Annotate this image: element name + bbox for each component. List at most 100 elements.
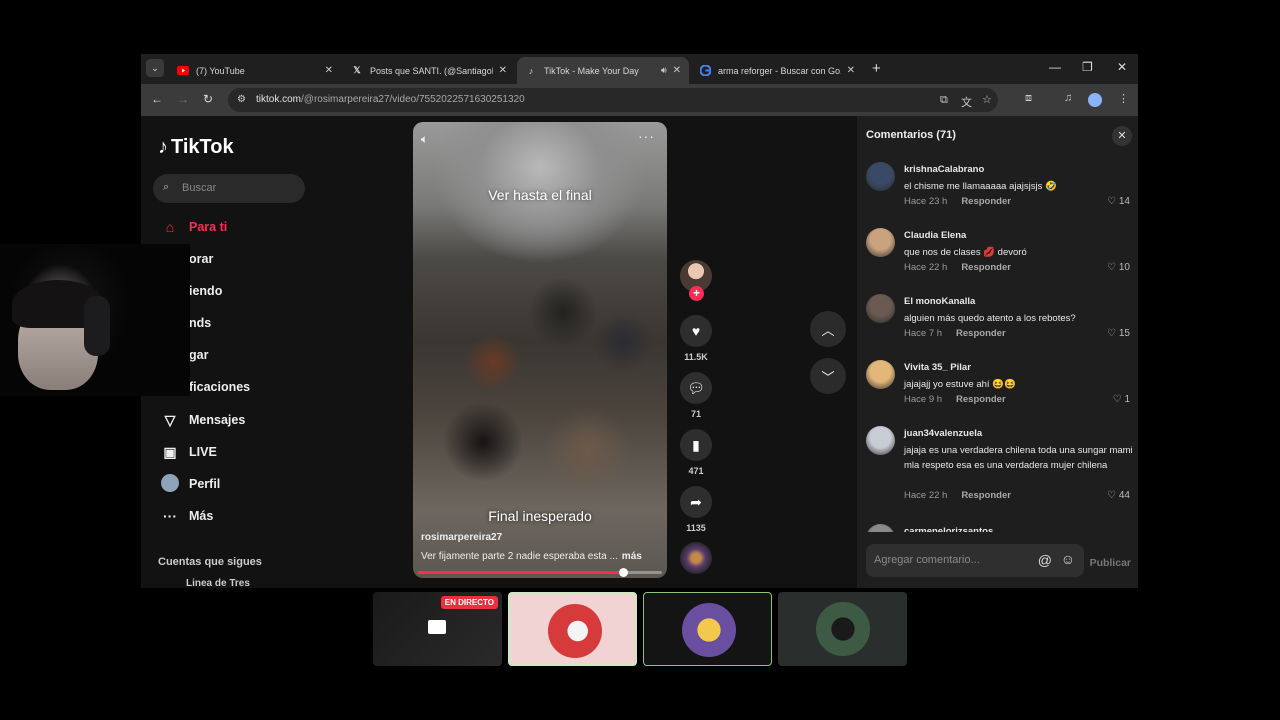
sidebar-item-label: orar bbox=[189, 252, 214, 266]
sidebar-item-perfil[interactable]: Perfil bbox=[159, 473, 220, 495]
tab-youtube[interactable]: (7) YouTube ✕ bbox=[169, 57, 341, 84]
comment-username[interactable]: Vivita 35_ Pilar bbox=[904, 362, 971, 373]
comment-text: alguien más quedo atento a los rebotes? bbox=[904, 313, 1076, 324]
guest-avatar bbox=[816, 602, 870, 656]
close-tab-icon[interactable]: ✕ bbox=[499, 65, 507, 76]
tab-tiktok[interactable]: ♪ TikTok - Make Your Day 🔊︎ ✕ bbox=[517, 57, 689, 84]
bookmark-star-icon[interactable]: ☆ bbox=[982, 93, 992, 106]
comment-avatar[interactable] bbox=[866, 294, 895, 323]
tab-search-button[interactable]: ⌄ bbox=[146, 59, 164, 77]
tab-title: arma reforger - Buscar con Go... bbox=[718, 65, 841, 76]
reply-button[interactable]: Responder bbox=[961, 196, 1011, 207]
search-placeholder: Buscar bbox=[182, 182, 217, 194]
comment-like-button[interactable]: ♡ 14 bbox=[1107, 196, 1130, 207]
like-button[interactable]: ♥ 11.5K bbox=[680, 315, 712, 362]
reply-button[interactable]: Responder bbox=[956, 328, 1006, 339]
comment-like-button[interactable]: ♡ 44 bbox=[1107, 490, 1130, 501]
media-icon[interactable]: ♫ bbox=[1064, 92, 1072, 104]
address-bar[interactable]: ⚙ tiktok.com/@rosimarpereira27/video/755… bbox=[228, 88, 998, 112]
close-tab-icon[interactable]: ✕ bbox=[673, 65, 681, 76]
speaker-icon[interactable]: 🔊︎ bbox=[661, 65, 667, 76]
comments-panel: Comentarios (71) ✕ krishnaCalabrano el ch… bbox=[857, 116, 1138, 588]
video-progress-knob[interactable] bbox=[618, 568, 628, 577]
sidebar-item-mas[interactable]: ··· Más bbox=[159, 505, 213, 527]
site-info-icon[interactable]: ⚙ bbox=[237, 94, 246, 105]
video-player[interactable]: 🔈︎ ··· Ver hasta el final Final inespera… bbox=[413, 122, 667, 578]
comment-meta: Hace 22 h Responder bbox=[904, 490, 1011, 501]
post-comment-button[interactable]: Publicar bbox=[1090, 557, 1131, 569]
close-tab-icon[interactable]: ✕ bbox=[325, 65, 333, 76]
comment-input[interactable]: Agregar comentario... @ ☺ bbox=[866, 544, 1084, 577]
next-video-button[interactable]: ﹀ bbox=[810, 358, 846, 394]
comment-avatar[interactable] bbox=[866, 524, 895, 532]
heart-outline-icon: ♡ bbox=[1112, 394, 1125, 405]
close-icon[interactable]: ✕ bbox=[1112, 126, 1132, 146]
reply-button[interactable]: Responder bbox=[961, 262, 1011, 273]
url-text[interactable]: tiktok.com/@rosimarpereira27/video/75520… bbox=[256, 94, 525, 105]
stream-tile-guest-2[interactable] bbox=[643, 592, 772, 666]
comment-username[interactable]: juan34valenzuela bbox=[904, 428, 982, 439]
extensions-icon[interactable]: ⧈ bbox=[1025, 92, 1032, 105]
heart-outline-icon: ♡ bbox=[1107, 490, 1119, 501]
sidebar-item-para-ti[interactable]: ⌂ Para ti bbox=[159, 216, 227, 238]
video-caption-top: Ver hasta el final bbox=[488, 187, 592, 203]
creator-avatar[interactable]: + bbox=[680, 260, 712, 301]
close-tab-icon[interactable]: ✕ bbox=[847, 65, 855, 76]
comment-like-button[interactable]: ♡ 15 bbox=[1107, 328, 1130, 339]
minimize-icon[interactable]: — bbox=[1049, 60, 1061, 74]
music-disc-icon[interactable] bbox=[680, 542, 712, 574]
install-icon[interactable]: ⧉ bbox=[940, 94, 948, 107]
back-icon[interactable]: ← bbox=[151, 92, 163, 106]
comment-avatar[interactable] bbox=[866, 162, 895, 191]
reply-button[interactable]: Responder bbox=[956, 394, 1006, 405]
sidebar-item-live[interactable]: ▣ LIVE bbox=[159, 441, 216, 463]
tab-x[interactable]: 𝕏 Posts que SANTI. (@SantiagoLe... ✕ bbox=[343, 57, 515, 84]
reply-button[interactable]: Responder bbox=[961, 490, 1011, 501]
comment-username[interactable]: carmenelorizsantos bbox=[904, 526, 993, 532]
share-button[interactable]: ➦ 1135 bbox=[680, 486, 712, 533]
follow-plus-icon[interactable]: + bbox=[689, 286, 704, 301]
comment-avatar[interactable] bbox=[866, 426, 895, 455]
comment-list[interactable]: krishnaCalabrano el chisme me llamaaaaa a… bbox=[857, 156, 1138, 532]
video-author[interactable]: rosimarpereira27 bbox=[421, 532, 502, 543]
following-user-item[interactable]: Linea de Tres bbox=[186, 578, 250, 588]
forward-icon[interactable]: → bbox=[177, 92, 189, 106]
comment-meta: Hace 9 h Responder bbox=[904, 394, 1006, 405]
stream-tile-guest-3[interactable] bbox=[778, 592, 907, 666]
comment-avatar[interactable] bbox=[866, 228, 895, 257]
tab-title: TikTok - Make Your Day bbox=[544, 65, 639, 76]
video-caption-bottom: Final inesperado bbox=[488, 508, 592, 524]
comment-username[interactable]: El monoKanalla bbox=[904, 296, 975, 307]
more-icon: ··· bbox=[163, 508, 177, 524]
comment-username[interactable]: krishnaCalabrano bbox=[904, 164, 984, 175]
tiktok-page: ♪ TikTok ⌕ Buscar ⌂Para ti ◎orar ⚇iendo … bbox=[141, 116, 1138, 588]
comment-like-button[interactable]: ♡ 10 bbox=[1107, 262, 1130, 273]
comment-username[interactable]: Claudia Elena bbox=[904, 230, 966, 241]
restore-icon[interactable]: ❐ bbox=[1082, 60, 1093, 74]
stream-tile-screen[interactable]: EN DIRECTO bbox=[373, 592, 502, 666]
profile-avatar-icon[interactable] bbox=[1088, 93, 1102, 107]
browser-toolbar: ← → ↻ ⚙ tiktok.com/@rosimarpereira27/vid… bbox=[141, 84, 1138, 116]
sidebar-item-mensajes[interactable]: ▽ Mensajes bbox=[159, 409, 246, 431]
comment-avatar[interactable] bbox=[866, 360, 895, 389]
reload-icon[interactable]: ↻ bbox=[203, 92, 213, 106]
video-more-icon[interactable]: ··· bbox=[638, 128, 655, 144]
mention-icon[interactable]: @ bbox=[1038, 552, 1052, 568]
video-more-link[interactable]: más bbox=[622, 551, 642, 562]
volume-icon[interactable]: 🔈︎ bbox=[421, 132, 428, 147]
comment-like-button[interactable]: ♡ 1 bbox=[1113, 394, 1130, 405]
stream-tile-guest-1[interactable] bbox=[508, 592, 637, 666]
comment-button[interactable]: 💬︎ 71 bbox=[680, 372, 712, 419]
video-progress-bar[interactable] bbox=[418, 568, 662, 577]
previous-video-button[interactable]: ︿ bbox=[810, 311, 846, 347]
menu-kebab-icon[interactable]: ⋮ bbox=[1118, 92, 1129, 105]
emoji-icon[interactable]: ☺ bbox=[1061, 551, 1075, 567]
close-window-icon[interactable]: ✕ bbox=[1117, 60, 1127, 74]
new-tab-button[interactable]: + bbox=[872, 60, 881, 77]
translate-icon[interactable]: 文 bbox=[961, 94, 972, 110]
bookmark-icon: ▮ bbox=[680, 429, 712, 461]
save-button[interactable]: ▮ 471 bbox=[680, 429, 712, 476]
tab-google[interactable]: arma reforger - Buscar con Go... ✕ bbox=[691, 57, 863, 84]
tiktok-logo[interactable]: ♪ TikTok bbox=[158, 136, 234, 159]
search-input[interactable]: ⌕ Buscar bbox=[153, 174, 305, 203]
